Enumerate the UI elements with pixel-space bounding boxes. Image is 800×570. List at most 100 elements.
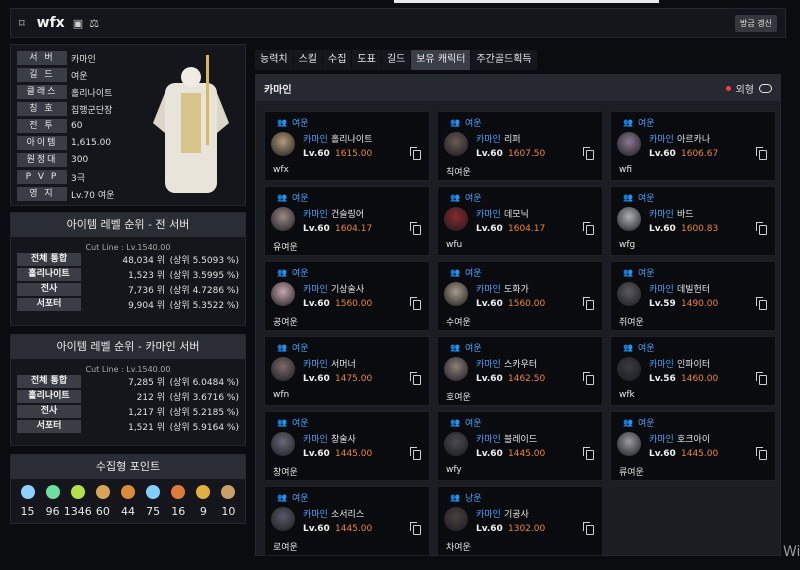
profile-label: 칭 호	[17, 102, 67, 116]
seed-icon	[70, 485, 85, 499]
card-level: Lv.60	[476, 449, 503, 459]
art-icon	[95, 485, 110, 499]
card-character-name: wfy	[446, 465, 462, 475]
profile-value: 300	[71, 155, 89, 165]
collection-item[interactable]: 10	[216, 485, 240, 518]
character-card[interactable]: 👥 여운 카마인 소서리스 Lv.60 1445.00 로여운	[264, 486, 430, 556]
card-item-level: 1462.50	[508, 374, 546, 384]
card-item-level: 1445.00	[508, 449, 546, 459]
tab-item[interactable]: 능력치	[255, 50, 293, 70]
profile-row: 전 투 60	[17, 119, 82, 133]
copy-icon[interactable]	[756, 297, 767, 310]
profile-label: 전 투	[17, 119, 67, 133]
people-icon: 👥	[450, 268, 460, 277]
copy-icon[interactable]	[583, 147, 594, 160]
copy-icon[interactable]	[756, 222, 767, 235]
collection-item[interactable]: 60	[91, 485, 115, 518]
character-card[interactable]: 👥 여운 카마인 기상술사 Lv.60 1560.00 공여운	[264, 261, 430, 331]
copy-icon[interactable]	[410, 297, 421, 310]
guild-name: 여운	[637, 194, 655, 204]
character-card[interactable]: 👥 낭운 카마인 기공사 Lv.60 1302.00 차여운	[437, 486, 603, 556]
collection-value: 96	[45, 505, 60, 518]
copy-icon[interactable]	[410, 447, 421, 460]
collection-item[interactable]: 16	[166, 485, 190, 518]
tab-item[interactable]: 길드	[381, 50, 411, 70]
id-card-icon[interactable]: ▣	[73, 17, 83, 30]
ranking-server-title: 아이템 레벨 순위 - 카마인 서버	[11, 335, 245, 359]
refresh-button[interactable]: 방금 갱신	[735, 14, 777, 32]
character-card[interactable]: 👥 여운 카마인 홀리나이트 Lv.60 1615.00 wfx	[264, 111, 430, 181]
collection-item[interactable]: 9	[191, 485, 215, 518]
collection-item[interactable]: 15	[16, 485, 40, 518]
tab-item[interactable]: 수집	[323, 50, 352, 70]
character-card[interactable]: 👥 여운 카마인 데모닉 Lv.60 1604.17 wfu	[437, 186, 603, 256]
card-server: 카마인	[649, 360, 674, 370]
profile-label: 서 버	[17, 51, 67, 65]
card-class: 소서리스	[331, 510, 365, 520]
copy-icon[interactable]	[410, 522, 421, 535]
card-level: Lv.60	[303, 299, 330, 309]
card-item-level: 1560.00	[508, 299, 546, 309]
character-card[interactable]: 👥 여운 카마인 도화가 Lv.60 1560.00 수여운	[437, 261, 603, 331]
copy-icon[interactable]	[583, 297, 594, 310]
guild-name: 여운	[291, 419, 309, 429]
collection-value: 15	[20, 505, 35, 518]
character-card[interactable]: 👥 여운 카마인 리퍼 Lv.60 1607.50 칙여운	[437, 111, 603, 181]
copy-icon[interactable]	[410, 222, 421, 235]
character-portrait	[444, 207, 468, 231]
copy-icon[interactable]	[583, 222, 594, 235]
collection-item[interactable]: 44	[116, 485, 140, 518]
profile-label: 아이템	[17, 136, 67, 150]
copy-icon[interactable]	[583, 522, 594, 535]
copy-icon[interactable]	[756, 372, 767, 385]
character-card[interactable]: 👥 여운 카마인 아르카나 Lv.60 1606.67 wfi	[610, 111, 776, 181]
character-card[interactable]: 👥 여운 카마인 인파이터 Lv.56 1460.00 wfk	[610, 336, 776, 406]
card-class: 블레이드	[504, 435, 538, 445]
tab-item[interactable]: 스킬	[293, 50, 323, 70]
ranking-server-panel: 아이템 레벨 순위 - 카마인 서버 Cut Line : Lv.1540.00…	[10, 334, 246, 446]
character-card[interactable]: 👥 여운 카마인 바드 Lv.60 1600.83 wfg	[610, 186, 776, 256]
character-card[interactable]: 👥 여운 카마인 창술사 Lv.60 1445.00 창여운	[264, 411, 430, 481]
collection-value: 1346	[63, 505, 92, 518]
profile-value: 1,615.00	[71, 138, 112, 148]
copy-icon[interactable]	[410, 147, 421, 160]
bookmark-icon[interactable]: ⌑	[19, 17, 25, 30]
copy-icon[interactable]	[756, 447, 767, 460]
ranking-row: 서포터 1,521 위 (상위 5.9164 %)	[17, 419, 245, 434]
character-card[interactable]: 👥 여운 카마인 블레이드 Lv.60 1445.00 wfy	[437, 411, 603, 481]
collection-item[interactable]: 75	[141, 485, 165, 518]
profile-row: P V P 3극	[17, 170, 85, 184]
profile-row: 원정대 300	[17, 153, 88, 167]
copy-icon[interactable]	[756, 147, 767, 160]
profile-label: 영 지	[17, 187, 67, 201]
guild-name: 여운	[291, 194, 309, 204]
ranking-value: 1,217 위	[128, 408, 165, 418]
tab-item[interactable]: 주간골드획득	[471, 50, 537, 70]
character-card[interactable]: 👥 여운 카마인 호크아이 Lv.60 1445.00 류여운	[610, 411, 776, 481]
card-guild: 👥 여운	[623, 116, 655, 129]
character-card[interactable]: 👥 여운 카마인 건슬링어 Lv.60 1604.17 유여운	[264, 186, 430, 256]
character-card[interactable]: 👥 여운 카마인 스카우터 Lv.60 1462.50 호여운	[437, 336, 603, 406]
copy-icon[interactable]	[583, 372, 594, 385]
collection-item[interactable]: 96	[41, 485, 65, 518]
appearance-toggle[interactable]	[759, 83, 772, 93]
copy-icon[interactable]	[583, 447, 594, 460]
card-character-name: 수여운	[446, 318, 471, 328]
card-class: 인파이터	[677, 360, 711, 370]
card-item-level: 1607.50	[508, 149, 546, 159]
tab-item[interactable]: 보유 캐릭터	[411, 50, 471, 70]
character-portrait	[617, 207, 641, 231]
card-level: Lv.60	[476, 224, 503, 234]
card-server: 카마인	[476, 435, 501, 445]
character-card[interactable]: 👥 여운 카마인 서머너 Lv.60 1475.00 wfn	[264, 336, 430, 406]
scale-icon[interactable]: ⚖	[89, 17, 99, 30]
card-item-level: 1302.00	[508, 524, 546, 534]
collection-item[interactable]: 1346	[63, 485, 92, 518]
card-server: 카마인	[303, 285, 328, 295]
tab-item[interactable]: 도표	[352, 50, 381, 70]
copy-icon[interactable]	[410, 372, 421, 385]
character-card[interactable]: 👥 여운 카마인 데빌헌터 Lv.59 1490.00 쥐여운	[610, 261, 776, 331]
card-item-level: 1445.00	[681, 449, 719, 459]
card-character-name: 차여운	[446, 543, 471, 553]
card-character-name: 호여운	[446, 393, 471, 403]
